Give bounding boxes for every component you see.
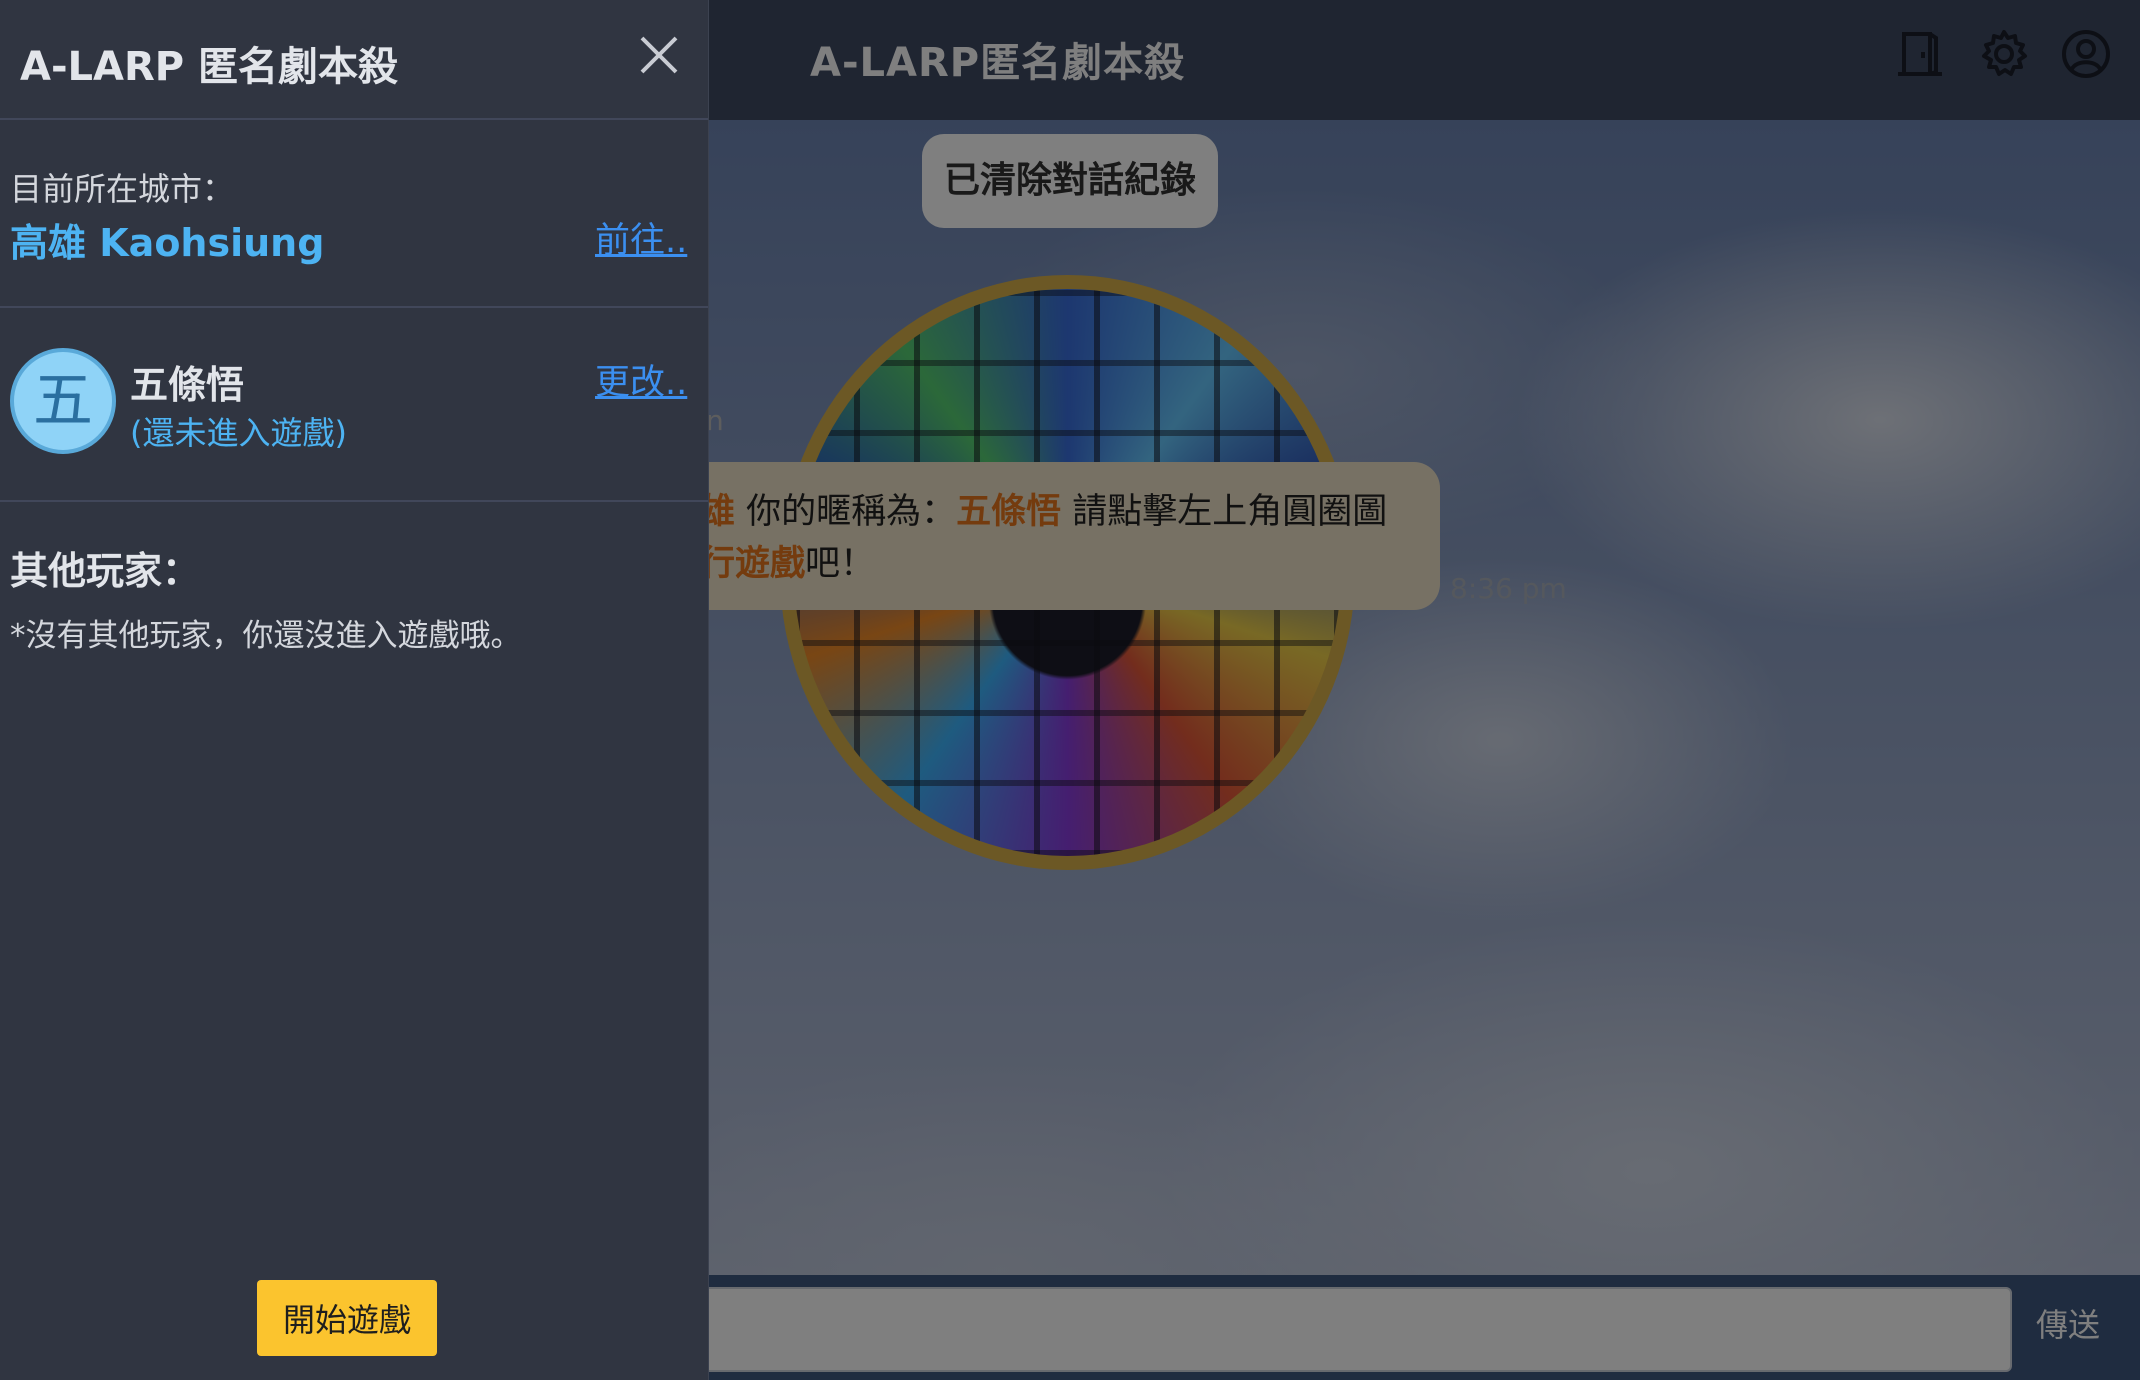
start-game-button[interactable]: 開始遊戲 [257, 1280, 437, 1356]
city-name: 高雄 Kaohsiung [10, 221, 325, 265]
drawer-header: A-LARP 匿名劇本殺 [0, 0, 708, 120]
side-drawer: A-LARP 匿名劇本殺 目前所在城市： 高雄 Kaohsiung 前往.. 五… [0, 0, 709, 1380]
player-name: 五條悟 [130, 363, 245, 407]
close-icon[interactable] [634, 30, 684, 80]
city-label: 目前所在城市： [10, 170, 235, 208]
drawer-title: A-LARP 匿名劇本殺 [20, 44, 399, 90]
avatar[interactable]: 五 [10, 348, 116, 454]
change-nickname-link[interactable]: 更改.. [595, 354, 687, 405]
other-players-empty-text: *沒有其他玩家，你還沒進入遊戲哦。 [10, 618, 522, 654]
goto-city-link[interactable]: 前往.. [595, 212, 687, 263]
city-section: 目前所在城市： 高雄 Kaohsiung 前往.. [0, 120, 708, 308]
other-players-title: 其他玩家： [10, 549, 201, 593]
player-status: (還未進入遊戲) [130, 414, 347, 452]
player-section: 五 五條悟 (還未進入遊戲) 更改.. [0, 308, 708, 502]
